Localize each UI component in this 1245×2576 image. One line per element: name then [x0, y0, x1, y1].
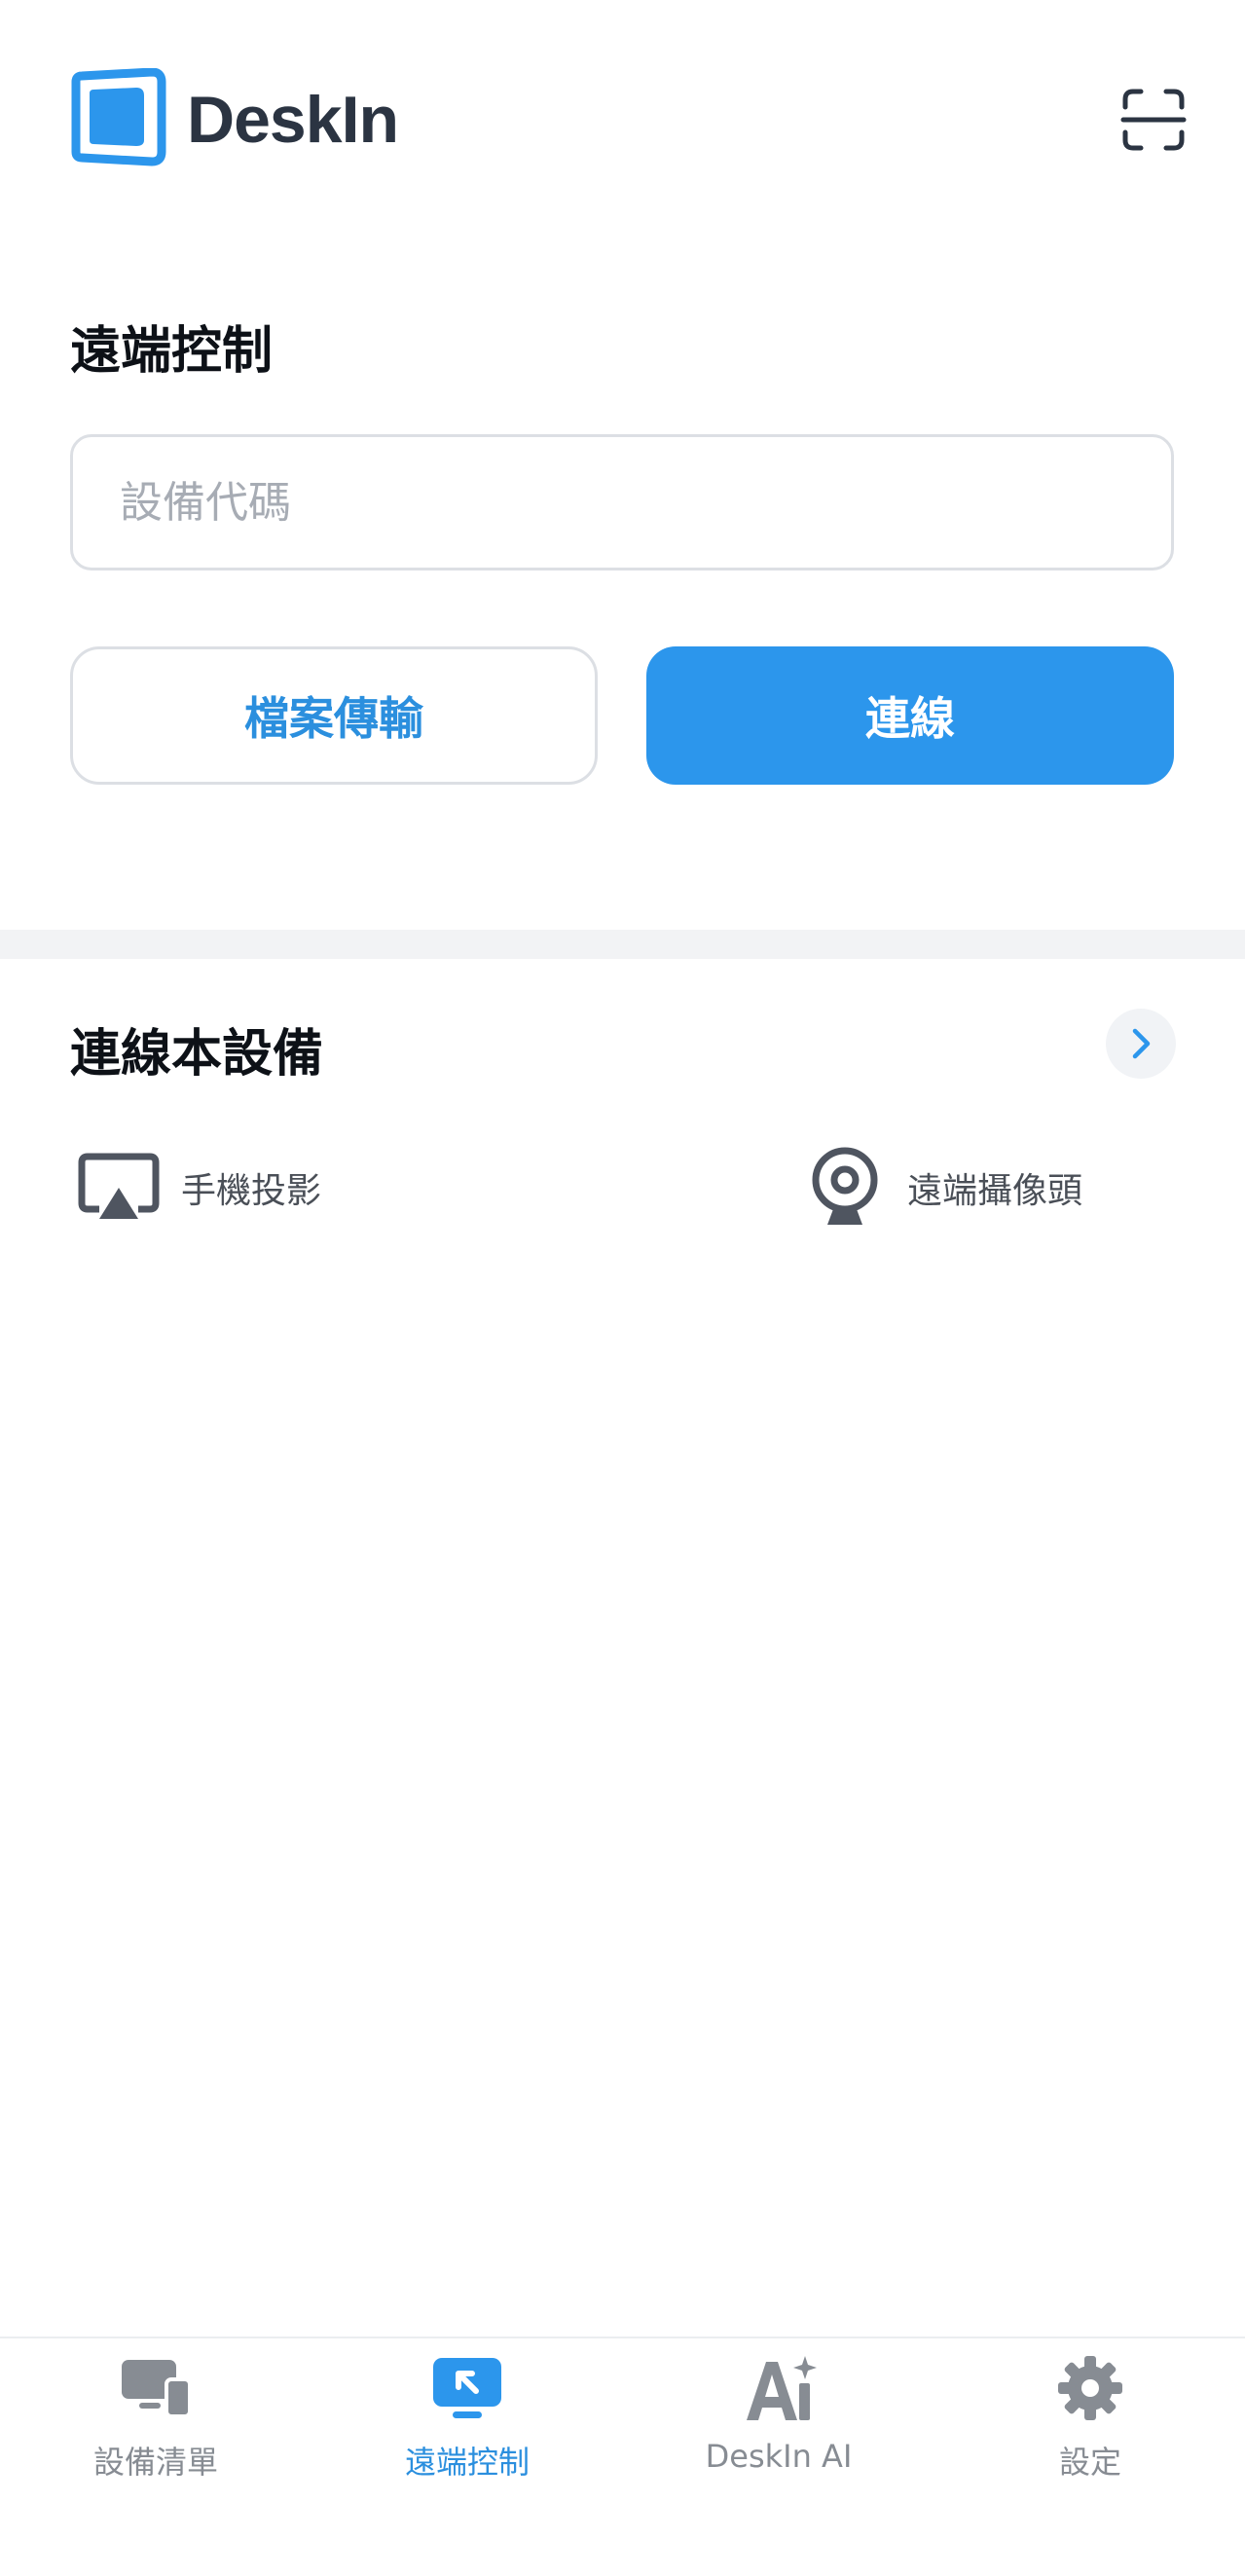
- ai-icon: [747, 2356, 817, 2420]
- brand-name: DeskIn: [187, 83, 399, 157]
- devices-icon: [122, 2360, 192, 2418]
- device-code-input[interactable]: [70, 434, 1174, 570]
- tab-deskin-ai[interactable]: DeskIn AI: [623, 2350, 934, 2475]
- remote-control-title: 遠端控制: [70, 322, 274, 381]
- tab-settings-label: 設定: [1058, 2444, 1121, 2481]
- scan-qr-icon: [1120, 89, 1187, 151]
- remote-camera-item[interactable]: 遠端攝像頭: [800, 1139, 1082, 1236]
- section-divider: [0, 930, 1245, 959]
- tab-remote-control[interactable]: 遠端控制: [311, 2350, 623, 2483]
- screen-mirror-icon: [78, 1153, 160, 1219]
- scan-button[interactable]: [1119, 86, 1188, 154]
- remote-control-icon: [433, 2358, 501, 2418]
- tab-settings[interactable]: 設定: [934, 2350, 1245, 2483]
- brand-logo: DeskIn: [66, 68, 399, 171]
- connect-this-device-title: 連線本設備: [70, 1025, 324, 1084]
- webcam-icon: [812, 1147, 878, 1225]
- tab-device-list[interactable]: 設備清單: [0, 2350, 311, 2483]
- app-header: DeskIn: [0, 0, 1245, 214]
- chevron-right-icon: [1132, 1028, 1151, 1059]
- tab-deskin-ai-label: DeskIn AI: [705, 2438, 853, 2475]
- tab-device-list-label: 設備清單: [92, 2444, 218, 2481]
- file-transfer-button[interactable]: 檔案傳輸: [70, 646, 598, 785]
- screen-mirror-item[interactable]: 手機投影: [74, 1139, 321, 1236]
- bottom-navigation: 設備清單 遠端控制 DeskIn AI 設定: [0, 2337, 1245, 2576]
- connect-this-device-more-button[interactable]: [1106, 1009, 1176, 1079]
- tab-remote-control-label: 遠端控制: [404, 2444, 530, 2481]
- connect-button[interactable]: 連線: [646, 646, 1174, 785]
- deskin-logo-icon: [71, 68, 166, 166]
- gear-icon: [1058, 2356, 1122, 2420]
- remote-camera-label: 遠端攝像頭: [907, 1171, 1083, 1211]
- screen-mirror-label: 手機投影: [181, 1171, 322, 1211]
